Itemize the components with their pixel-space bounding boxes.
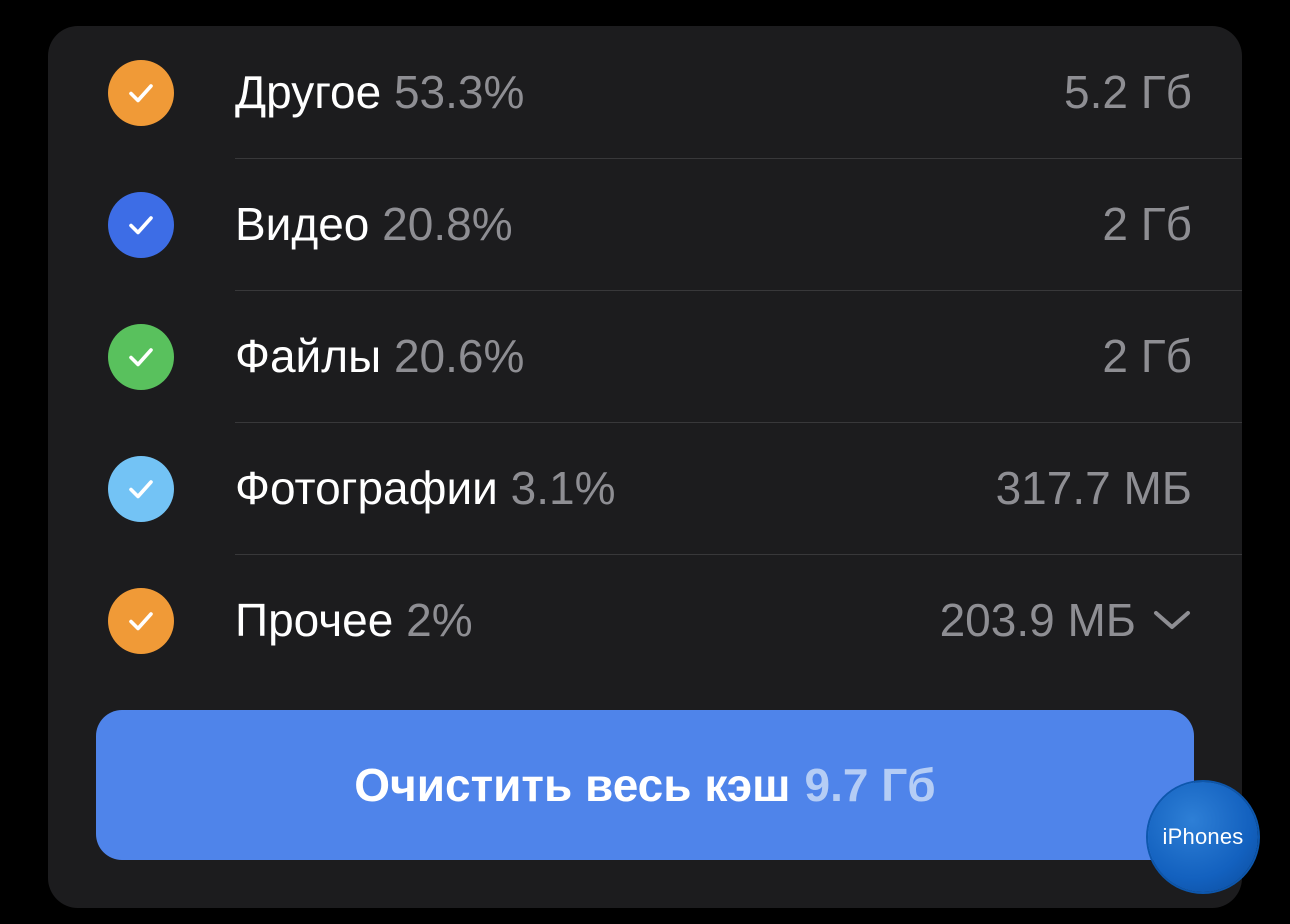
item-percent: 2% xyxy=(406,594,473,646)
item-percent: 20.8% xyxy=(382,198,513,250)
item-label: Файлы 20.6% xyxy=(235,290,524,422)
check-circle-icon[interactable] xyxy=(108,60,174,126)
item-name: Видео xyxy=(235,198,370,250)
item-size: 5.2 Гб xyxy=(1064,26,1192,158)
item-size-value: 203.9 МБ xyxy=(939,594,1136,646)
item-label: Фотографии 3.1% xyxy=(235,422,616,554)
clear-cache-size: 9.7 Гб xyxy=(804,759,936,811)
item-name: Фотографии xyxy=(235,462,498,514)
item-label: Видео 20.8% xyxy=(235,158,513,290)
clear-cache-label: Очистить весь кэш xyxy=(354,759,791,811)
chevron-down-icon[interactable] xyxy=(1152,608,1192,632)
item-size-value: 2 Гб xyxy=(1102,330,1192,382)
cache-item-photos[interactable]: Фотографии 3.1% 317.7 МБ xyxy=(48,422,1242,554)
cache-item-files[interactable]: Файлы 20.6% 2 Гб xyxy=(48,290,1242,422)
item-percent: 53.3% xyxy=(393,66,525,118)
item-size[interactable]: 203.9 МБ xyxy=(940,554,1192,686)
cache-item-video[interactable]: Видео 20.8% 2 Гб xyxy=(48,158,1242,290)
item-name: Прочее xyxy=(235,594,394,646)
storage-card: Другое 53.3% 5.2 Гб Видео 20.8% 2 Гб Фай… xyxy=(48,26,1242,908)
item-size-value: 2 Гб xyxy=(1102,198,1192,250)
item-size-value: 5.2 Гб xyxy=(1064,66,1192,118)
item-name: Файлы xyxy=(235,330,382,382)
item-percent: 3.1% xyxy=(510,462,616,514)
item-size: 2 Гб xyxy=(1102,158,1192,290)
item-size: 317.7 МБ xyxy=(996,422,1192,554)
item-label: Другое 53.3% xyxy=(235,26,524,158)
clear-cache-button[interactable]: Очистить весь кэш 9.7 Гб xyxy=(96,710,1194,860)
item-label: Прочее 2% xyxy=(235,554,473,686)
check-circle-icon[interactable] xyxy=(108,192,174,258)
cache-item-other[interactable]: Другое 53.3% 5.2 Гб xyxy=(48,26,1242,158)
item-size-value: 317.7 МБ xyxy=(995,462,1192,514)
check-circle-icon[interactable] xyxy=(108,324,174,390)
check-circle-icon[interactable] xyxy=(108,588,174,654)
item-name: Другое xyxy=(235,66,382,118)
item-size: 2 Гб xyxy=(1102,290,1192,422)
iphones-watermark-logo: iPhones xyxy=(1148,782,1258,892)
check-circle-icon[interactable] xyxy=(108,456,174,522)
cache-item-misc[interactable]: Прочее 2% 203.9 МБ xyxy=(48,554,1242,686)
watermark-text: iPhones xyxy=(1162,824,1244,849)
item-percent: 20.6% xyxy=(393,330,525,382)
